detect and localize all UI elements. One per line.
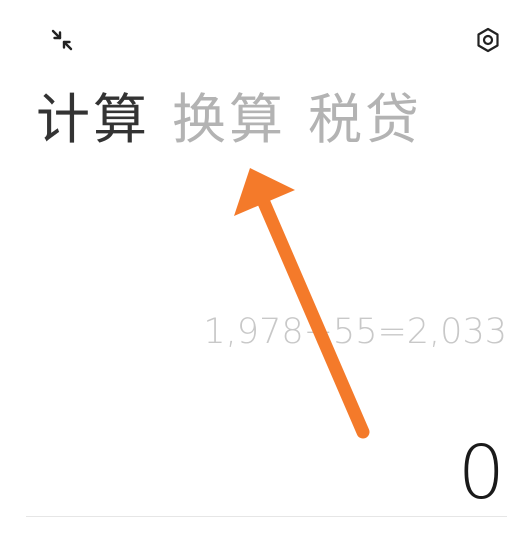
tab-convert[interactable]: 换算: [172, 88, 286, 152]
collapse-arrows-icon: [51, 29, 73, 51]
annotation-arrow: [234, 168, 370, 439]
divider: [26, 516, 507, 517]
tab-tax-loan[interactable]: 税贷: [308, 88, 422, 152]
calculator-screen: 计算 换算 税贷 1,978+55=2,033 0: [0, 0, 529, 538]
collapse-button[interactable]: [44, 22, 80, 58]
tab-calculate[interactable]: 计算: [36, 88, 150, 152]
hexagon-settings-icon: [477, 27, 499, 53]
settings-button[interactable]: [470, 22, 506, 58]
result-display: 0: [457, 430, 505, 516]
calculation-history: 1,978+55=2,033: [203, 312, 507, 352]
mode-tabs: 计算 换算 税贷: [36, 88, 422, 152]
